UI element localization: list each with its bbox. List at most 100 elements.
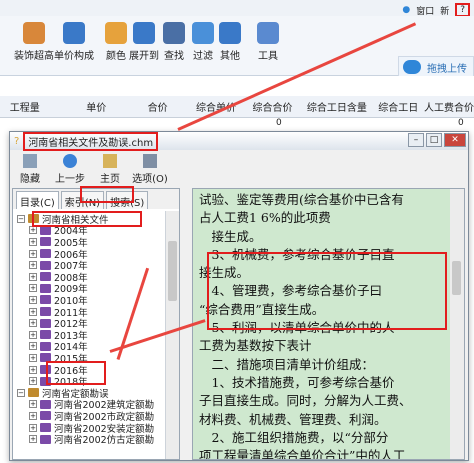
expand-icon[interactable]: + bbox=[29, 226, 37, 235]
contents-tree: − 河南省相关文件 +2004年 +2005年 +2006年 +2007年 +2008年 +2… bbox=[13, 211, 165, 459]
book-icon bbox=[40, 434, 51, 444]
book-icon bbox=[40, 307, 51, 317]
content-line: 占人工费1 6%的此项费 bbox=[199, 210, 331, 226]
content-scrollbar[interactable] bbox=[450, 189, 464, 459]
expand-icon[interactable]: + bbox=[29, 284, 37, 293]
book-icon bbox=[40, 283, 51, 293]
expand-icon[interactable]: + bbox=[29, 365, 37, 374]
chm-help-window: ? 河南省相关文件及勘误.chm – □ ✕ 隐藏 上一步 主页 选项(O) 目… bbox=[9, 131, 469, 461]
collapse-icon[interactable]: − bbox=[17, 214, 25, 223]
hide-icon bbox=[23, 153, 37, 168]
expand-icon[interactable]: + bbox=[29, 423, 37, 432]
close-button[interactable]: ✕ bbox=[444, 133, 466, 147]
cloud-upload-icon bbox=[403, 60, 421, 74]
table-header: 工程量 单价 合价 综合单价 综合合价 综合工日含量 综合工日 人工费合价 bbox=[0, 96, 474, 118]
highlight-folder bbox=[32, 211, 142, 227]
book-icon bbox=[40, 272, 51, 282]
expand-icon[interactable]: + bbox=[29, 435, 37, 444]
content-line: 项工程量清单综合单价合计”中的人工 bbox=[199, 448, 406, 460]
table-row[interactable]: 0 0 bbox=[0, 118, 474, 130]
home-button[interactable]: 主页 bbox=[90, 151, 130, 187]
toolbox-icon bbox=[257, 22, 279, 44]
options-button[interactable]: 选项(O) bbox=[130, 151, 170, 187]
col-labor-total[interactable]: 人工费合价 bbox=[424, 99, 474, 114]
content-line: 1、技术措施费，可参考综合基价 bbox=[199, 374, 395, 390]
decor-overheight-button[interactable]: 装饰超高 bbox=[14, 22, 54, 62]
book-icon bbox=[40, 237, 51, 247]
new-menu[interactable]: 新 bbox=[440, 4, 449, 17]
expand-icon[interactable]: + bbox=[29, 342, 37, 351]
book-icon bbox=[28, 388, 39, 398]
grid-icon bbox=[219, 22, 241, 44]
book-icon bbox=[40, 225, 51, 235]
cloud-icon[interactable]: ● bbox=[402, 5, 410, 15]
expand-icon[interactable]: + bbox=[29, 307, 37, 316]
content-line: 子目直接生成。同时，分解为人工费、 bbox=[199, 393, 412, 409]
content-line: 接生成。 bbox=[199, 228, 262, 244]
price-icon bbox=[63, 22, 85, 44]
tree-item-label: 河南省2002仿古定额勘 bbox=[54, 435, 155, 447]
book-icon bbox=[40, 423, 51, 433]
col-workday-content[interactable]: 综合工日含量 bbox=[301, 99, 372, 114]
hide-button[interactable]: 隐藏 bbox=[10, 151, 50, 187]
navigation-pane: 目录(C) 索引(N) 搜索(S) − 河南省相关文件 +2004年 +2005年 +2… bbox=[12, 188, 180, 460]
tree-item[interactable]: + 河南省2002仿古定额勘 bbox=[29, 433, 155, 447]
book-icon bbox=[40, 341, 51, 351]
content-line: 试验、鉴定等费用(综合基价中已含有 bbox=[199, 192, 404, 207]
upload-button[interactable]: 拖拽上传 bbox=[398, 56, 474, 78]
book-icon bbox=[40, 411, 51, 421]
book-icon bbox=[40, 399, 51, 409]
expand-icon[interactable]: + bbox=[29, 237, 37, 246]
back-button[interactable]: 上一步 bbox=[50, 151, 90, 187]
tab-contents[interactable]: 目录(C) bbox=[16, 191, 59, 209]
chm-titlebar[interactable]: ? 河南省相关文件及勘误.chm – □ ✕ bbox=[10, 131, 468, 151]
window-menu[interactable]: 窗口 bbox=[416, 4, 434, 17]
expand-icon[interactable]: + bbox=[29, 295, 37, 304]
book-icon bbox=[40, 295, 51, 305]
tree-scrollbar[interactable] bbox=[165, 211, 179, 459]
expand-icon[interactable]: + bbox=[29, 377, 37, 386]
decor-icon bbox=[23, 22, 45, 44]
col-comp-total[interactable]: 综合合价 bbox=[244, 99, 301, 114]
expand-icon[interactable]: + bbox=[29, 261, 37, 270]
expand-icon bbox=[133, 22, 155, 44]
col-quantity[interactable]: 工程量 bbox=[0, 99, 50, 114]
content-line: 材料费、机械费、管理费、利润。 bbox=[199, 411, 387, 427]
binoculars-icon bbox=[163, 22, 185, 44]
content-line: 工费为基数按下表计 bbox=[199, 338, 312, 354]
expand-icon[interactable]: + bbox=[29, 319, 37, 328]
expand-icon[interactable]: + bbox=[29, 411, 37, 420]
other-button[interactable]: 其他 bbox=[210, 22, 250, 62]
chm-toolbar: 隐藏 上一步 主页 选项(O) bbox=[10, 151, 468, 187]
chm-title: 河南省相关文件及勘误.chm bbox=[23, 131, 159, 151]
expand-icon[interactable]: + bbox=[29, 272, 37, 281]
col-unit-price[interactable]: 单价 bbox=[66, 99, 127, 114]
home-icon bbox=[103, 153, 117, 168]
book-icon bbox=[40, 318, 51, 328]
book-icon bbox=[40, 330, 51, 340]
maximize-button[interactable]: □ bbox=[426, 133, 442, 147]
book-icon bbox=[40, 260, 51, 270]
tools-button[interactable]: 工具 bbox=[248, 22, 288, 62]
book-icon bbox=[40, 249, 51, 259]
expand-icon[interactable]: + bbox=[29, 330, 37, 339]
col-workday[interactable]: 综合工日 bbox=[372, 99, 424, 114]
back-arrow-icon bbox=[63, 153, 77, 168]
expand-icon[interactable]: + bbox=[29, 353, 37, 362]
content-scroll-thumb[interactable] bbox=[452, 261, 461, 295]
col-total[interactable]: 合价 bbox=[127, 99, 188, 114]
expand-icon[interactable]: + bbox=[29, 249, 37, 258]
tree-scroll-thumb[interactable] bbox=[168, 241, 177, 301]
expand-icon[interactable]: + bbox=[29, 400, 37, 409]
help-file-icon: ? bbox=[14, 135, 20, 147]
content-line: 2、施工组织措施费，以“分部分 bbox=[199, 429, 389, 445]
highlight-years bbox=[46, 361, 106, 385]
unit-price-button[interactable]: 单价构成 bbox=[54, 22, 94, 62]
options-icon bbox=[143, 153, 157, 168]
highlight-text bbox=[207, 252, 447, 330]
collapse-icon[interactable]: − bbox=[17, 388, 25, 397]
minimize-button[interactable]: – bbox=[408, 133, 424, 147]
content-line: 二、措施项目清单计价组成： bbox=[199, 356, 375, 372]
highlight-index-tab bbox=[80, 186, 134, 203]
help-icon[interactable]: ? bbox=[455, 3, 470, 17]
